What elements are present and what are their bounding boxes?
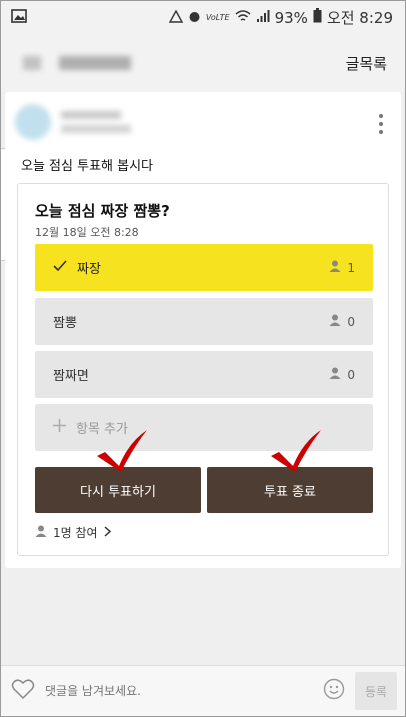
- emoticon-icon[interactable]: [323, 678, 345, 704]
- red-checkmark-icon: [97, 430, 147, 472]
- clock: 오전 8:29: [326, 9, 393, 27]
- battery-percent: 93%: [274, 8, 308, 27]
- person-icon: [329, 314, 341, 329]
- comment-input[interactable]: [43, 675, 323, 707]
- battery-icon: [313, 8, 322, 27]
- more-options-icon[interactable]: [379, 114, 383, 134]
- avatar[interactable]: [15, 104, 51, 140]
- option-count: 1: [347, 260, 355, 275]
- option-label: 짬뽕: [53, 316, 77, 331]
- comment-bar: 등록: [1, 665, 405, 716]
- vote-option-2[interactable]: 짬뽕 0: [35, 298, 373, 345]
- vote-date: 12월 18일 오전 8:28: [35, 226, 139, 239]
- vote-title: 오늘 점심 짜장 짬뽕?: [35, 202, 170, 220]
- option-label: 짜장: [77, 262, 101, 277]
- check-icon: [53, 259, 67, 276]
- image-notification-icon: [11, 8, 27, 27]
- volte-icon: VoLTE: [205, 13, 230, 22]
- author[interactable]: [15, 104, 131, 140]
- signal-icon: [256, 9, 270, 27]
- submit-comment-button[interactable]: 등록: [355, 672, 397, 710]
- vote-option-1[interactable]: 짜장 1: [35, 244, 373, 291]
- group-name-placeholder: [59, 56, 131, 70]
- person-icon: [35, 525, 47, 540]
- option-count: 0: [347, 367, 355, 382]
- post-card: 오늘 점심 투표해 봅시다 오늘 점심 짜장 짬뽕? 12월 18일 오전 8:…: [5, 92, 401, 568]
- participants-link[interactable]: 1명 참여: [35, 524, 111, 541]
- plus-icon: [53, 419, 66, 436]
- status-bar: VoLTE 93% 오전 8:29: [1, 1, 405, 34]
- author-name-placeholder: [61, 111, 131, 133]
- option-count: 0: [347, 314, 355, 329]
- post-list-link[interactable]: 글목록: [346, 53, 387, 74]
- recycle-icon: [168, 9, 184, 27]
- app-bar: 글목록: [1, 34, 405, 92]
- participants-count: 1명 참여: [53, 526, 98, 540]
- person-icon: [329, 260, 341, 275]
- heart-icon[interactable]: [11, 678, 35, 704]
- post-text: 오늘 점심 투표해 봅시다: [21, 159, 153, 174]
- alarm-icon: [188, 9, 201, 27]
- group-name-blurred[interactable]: [23, 56, 131, 70]
- back-icon[interactable]: [23, 56, 41, 70]
- wifi-icon: [235, 9, 251, 27]
- option-label: 짬짜면: [53, 369, 89, 384]
- person-icon: [329, 367, 341, 382]
- chevron-right-icon: [104, 525, 111, 540]
- red-checkmark-icon: [271, 430, 321, 472]
- vote-option-3[interactable]: 짬짜면 0: [35, 351, 373, 398]
